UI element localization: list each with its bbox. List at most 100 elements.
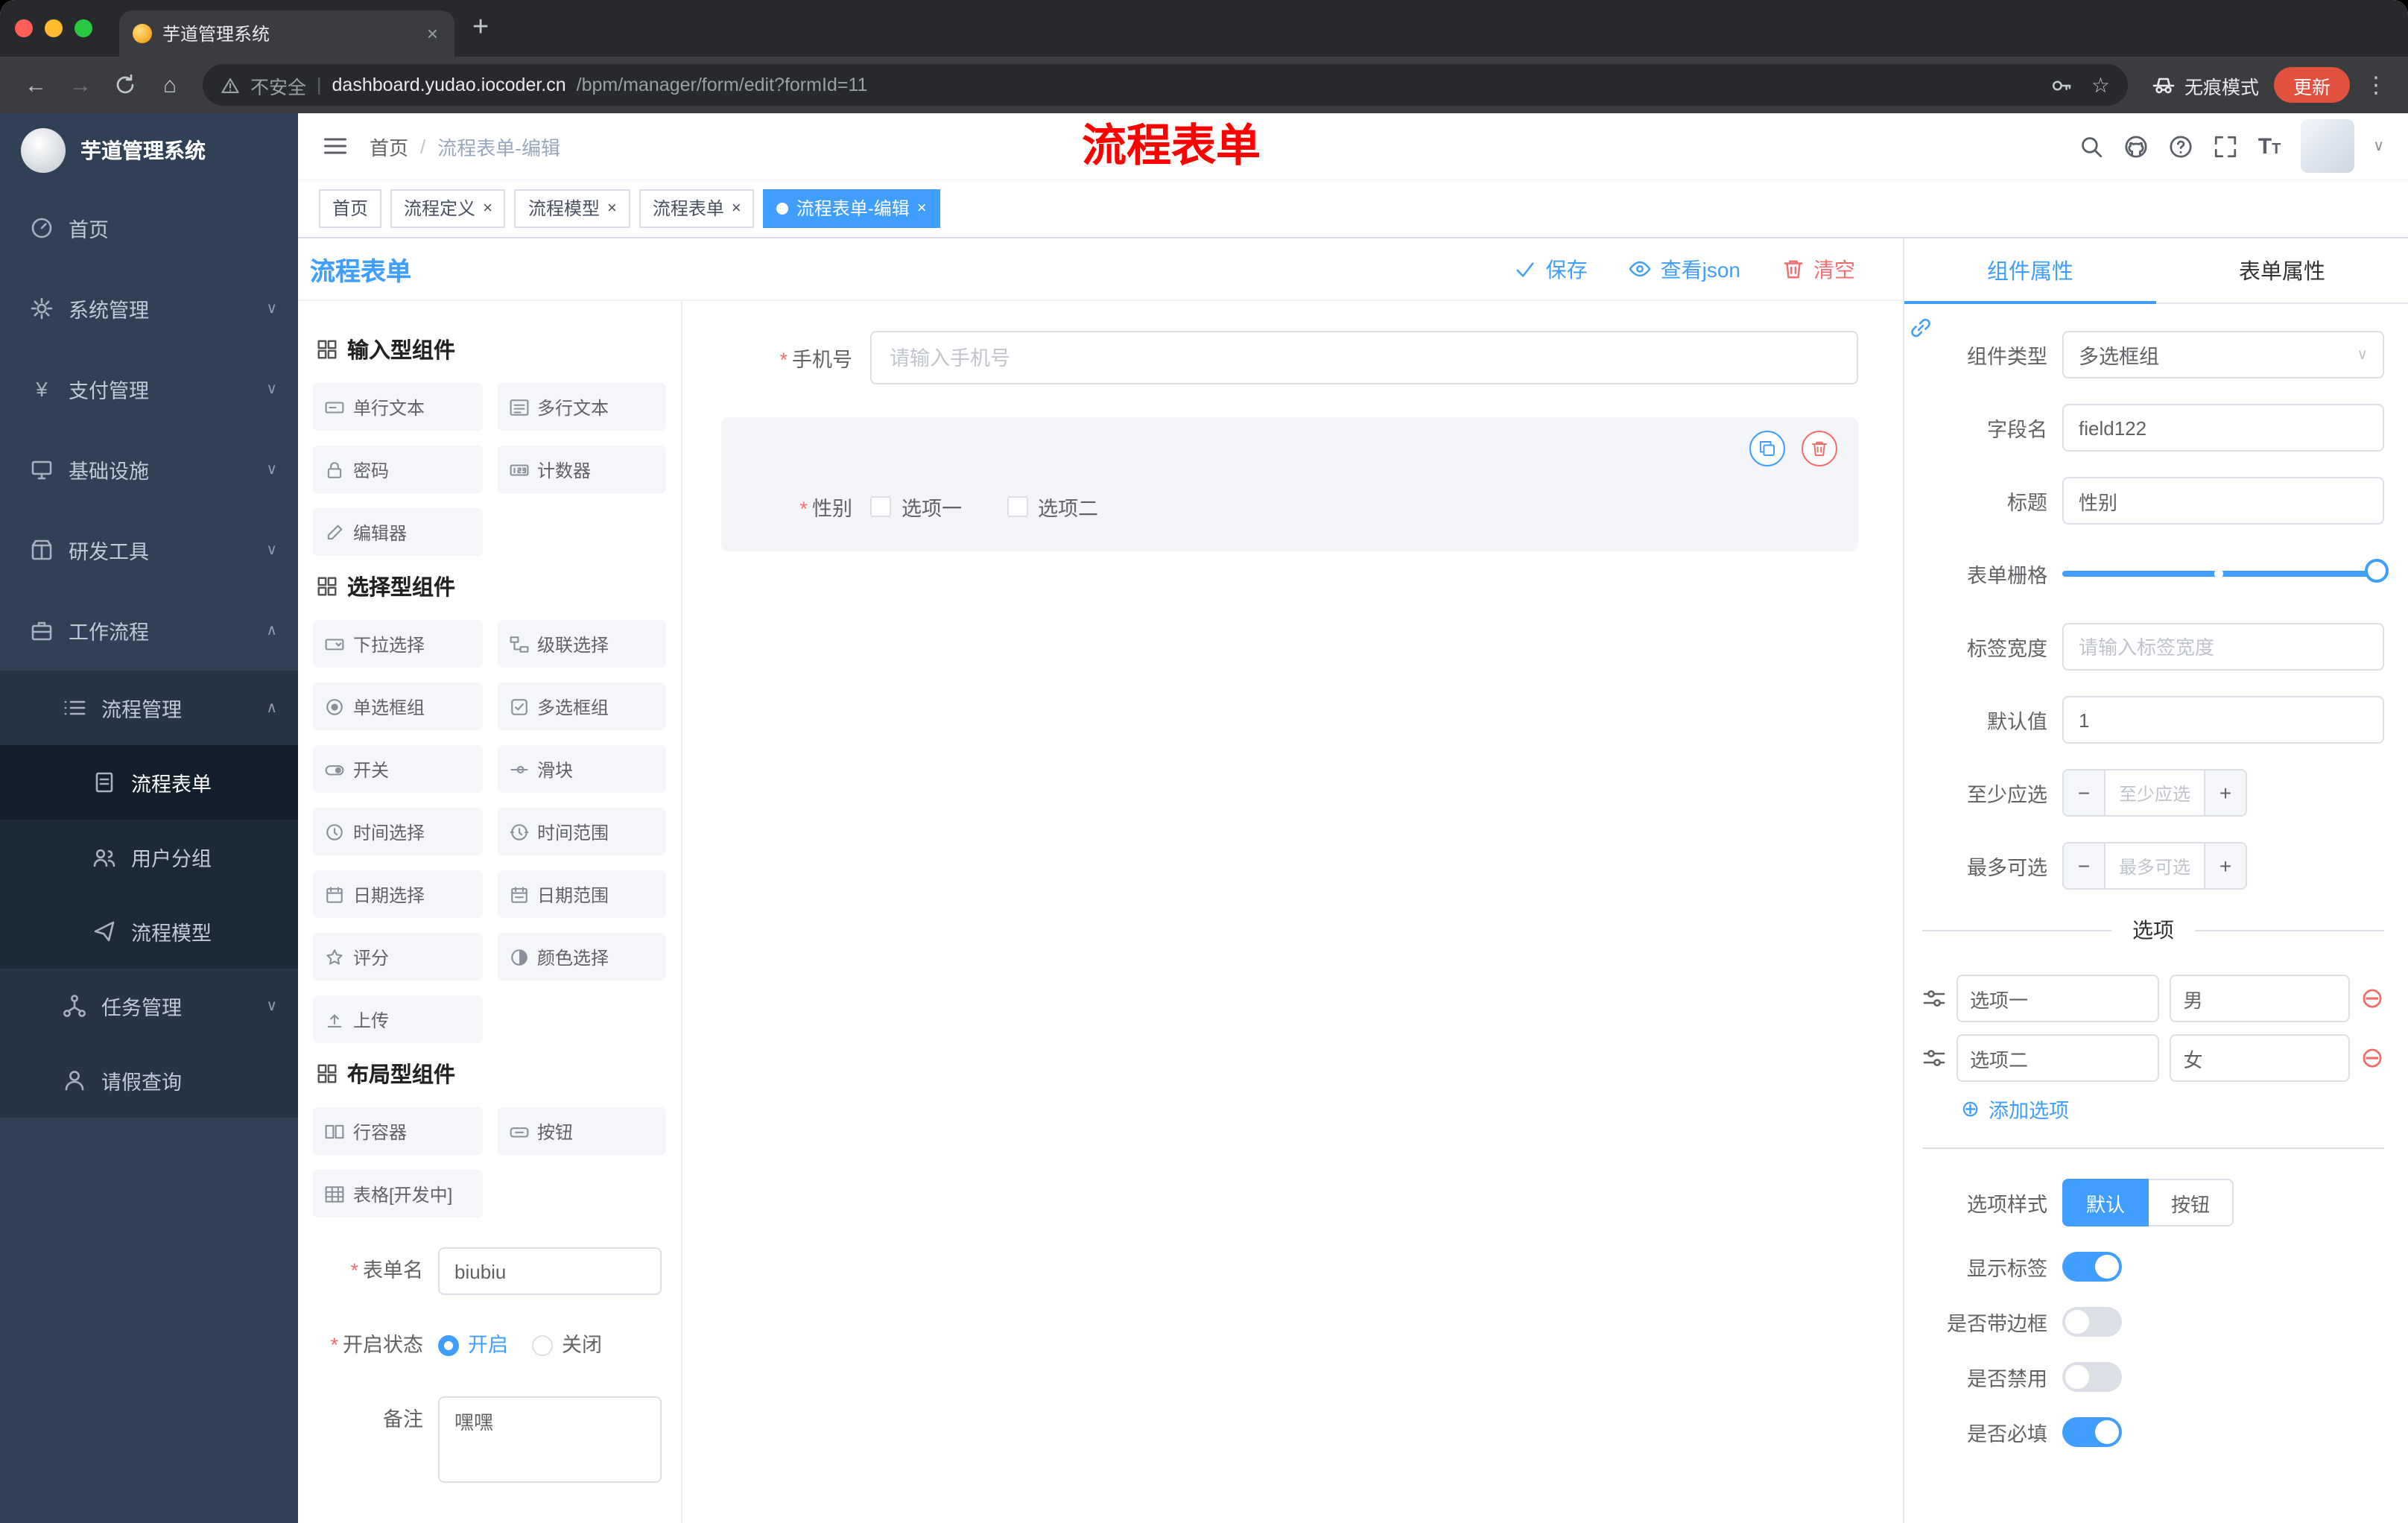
tag-process-form[interactable]: 流程表单 × [639, 189, 755, 227]
avatar[interactable] [2300, 119, 2354, 173]
github-icon[interactable] [2124, 133, 2149, 159]
maximize-window-button[interactable] [75, 19, 92, 37]
sidebar-item-process-management[interactable]: 流程管理 ∧ [0, 671, 298, 745]
palette-item-button[interactable]: 按钮 [497, 1107, 666, 1155]
browser-tab[interactable]: 芋道管理系统 × [119, 10, 454, 57]
style-default-button[interactable]: 默认 [2062, 1179, 2149, 1226]
palette-item-upload[interactable]: 上传 [313, 995, 482, 1043]
max-select-stepper[interactable]: − 最多可选 + [2062, 842, 2247, 890]
palette-item-color-picker[interactable]: 颜色选择 [497, 933, 666, 981]
bookmark-star-icon[interactable]: ☆ [2091, 72, 2110, 98]
copy-component-button[interactable] [1749, 431, 1785, 466]
sidebar-item-user-group[interactable]: 用户分组 [0, 820, 298, 894]
clear-button[interactable]: 清空 [1782, 254, 1855, 284]
form-remark-textarea[interactable]: 嘿嘿 [438, 1396, 662, 1483]
field-name-input[interactable] [2062, 404, 2384, 452]
tab-close-icon[interactable]: × [424, 22, 441, 45]
fullscreen-icon[interactable] [2214, 133, 2239, 159]
security-label[interactable]: 不安全 [250, 71, 306, 99]
palette-item-slider[interactable]: 滑块 [497, 745, 666, 793]
tag-process-form-edit[interactable]: 流程表单-编辑 × [763, 189, 940, 227]
sidebar-item-workflow[interactable]: 工作流程 ∧ [0, 590, 298, 671]
tab-form-props[interactable]: 表单属性 [2156, 238, 2408, 303]
back-icon[interactable]: ← [15, 64, 57, 106]
sidebar-item-process-form[interactable]: 流程表单 [0, 745, 298, 820]
palette-item-rate[interactable]: 评分 [313, 933, 482, 981]
min-select-stepper[interactable]: − 至少应选 + [2062, 769, 2247, 817]
minimize-window-button[interactable] [45, 19, 63, 37]
slider-handle[interactable] [2365, 559, 2389, 583]
disabled-switch[interactable] [2062, 1362, 2122, 1392]
tag-process-model[interactable]: 流程模型 × [514, 189, 630, 227]
palette-item-date-range[interactable]: 日期范围 [497, 870, 666, 918]
form-canvas[interactable]: *手机号 *性别 [682, 301, 1903, 1523]
sidebar-item-process-model[interactable]: 流程模型 [0, 894, 298, 969]
chevron-down-icon[interactable]: ∨ [2373, 138, 2384, 154]
label-width-input[interactable] [2062, 623, 2384, 671]
tag-home[interactable]: 首页 [319, 189, 382, 227]
close-icon[interactable]: × [917, 199, 927, 217]
sidebar-item-home[interactable]: 首页 [0, 188, 298, 268]
home-icon[interactable]: ⌂ [149, 64, 191, 106]
remove-option-icon[interactable]: ⊖ [2360, 1044, 2384, 1072]
show-label-switch[interactable] [2062, 1252, 2122, 1282]
forward-icon[interactable]: → [60, 64, 101, 106]
option-drag-icon[interactable] [1922, 1046, 1946, 1070]
palette-item-dropdown-select[interactable]: 下拉选择 [313, 620, 482, 668]
palette-item-row-container[interactable]: 行容器 [313, 1107, 482, 1155]
search-icon[interactable] [2079, 133, 2105, 159]
decrease-icon[interactable]: − [2064, 770, 2106, 815]
grid-slider[interactable] [2062, 550, 2389, 598]
increase-icon[interactable]: + [2204, 770, 2246, 815]
sidebar-item-payment[interactable]: ¥ 支付管理 ∨ [0, 349, 298, 429]
palette-item-editor[interactable]: 编辑器 [313, 508, 482, 556]
update-button[interactable]: 更新 [2273, 67, 2350, 103]
gender-option-1-checkbox[interactable]: 选项一 [870, 492, 962, 522]
palette-item-multi-line-text[interactable]: 多行文本 [497, 383, 666, 431]
increase-icon[interactable]: + [2204, 843, 2246, 888]
palette-item-table[interactable]: 表格[开发中] [313, 1170, 482, 1218]
palette-item-time-picker[interactable]: 时间选择 [313, 808, 482, 855]
palette-item-single-line-text[interactable]: 单行文本 [313, 383, 482, 431]
default-value-input[interactable] [2062, 696, 2384, 744]
sidebar-item-leave-query[interactable]: 请假查询 [0, 1043, 298, 1118]
required-switch[interactable] [2062, 1417, 2122, 1447]
option-1-label-input[interactable] [1956, 975, 2160, 1022]
form-name-input[interactable] [438, 1247, 662, 1295]
option-2-value-input[interactable] [2170, 1034, 2351, 1082]
new-tab-button[interactable]: + [472, 12, 489, 45]
view-json-button[interactable]: 查看json [1629, 254, 1740, 284]
close-icon[interactable]: × [607, 199, 617, 217]
save-button[interactable]: 保存 [1515, 254, 1588, 284]
palette-item-radio-group[interactable]: 单选框组 [313, 683, 482, 730]
status-off-radio[interactable]: 关闭 [532, 1322, 602, 1370]
tab-component-props[interactable]: 组件属性 [1904, 238, 2156, 304]
sidebar-item-infrastructure[interactable]: 基础设施 ∨ [0, 429, 298, 510]
status-on-radio[interactable]: 开启 [438, 1322, 508, 1370]
palette-item-switch[interactable]: 开关 [313, 745, 482, 793]
phone-input[interactable] [870, 331, 1858, 384]
option-1-value-input[interactable] [2170, 975, 2351, 1022]
style-button-button[interactable]: 按钮 [2149, 1179, 2234, 1226]
option-2-label-input[interactable] [1956, 1034, 2160, 1082]
form-field-phone[interactable]: * 手机号 [721, 331, 1858, 384]
palette-item-password[interactable]: 密码 [313, 446, 482, 493]
close-icon[interactable]: × [483, 199, 492, 217]
title-input[interactable] [2062, 477, 2384, 525]
sidebar-item-devtools[interactable]: 研发工具 ∨ [0, 510, 298, 590]
palette-item-date-picker[interactable]: 日期选择 [313, 870, 482, 918]
close-window-button[interactable] [15, 19, 33, 37]
close-icon[interactable]: × [732, 199, 741, 217]
password-key-icon[interactable] [2051, 74, 2073, 96]
browser-menu-icon[interactable]: ⋮ [2365, 72, 2387, 98]
sidebar-item-task-management[interactable]: 任务管理 ∨ [0, 969, 298, 1043]
palette-item-counter[interactable]: 计数器 [497, 446, 666, 493]
palette-item-cascader[interactable]: 级联选择 [497, 620, 666, 668]
component-type-select[interactable]: 多选框组 ∨ [2062, 331, 2384, 379]
palette-item-time-range[interactable]: 时间范围 [497, 808, 666, 855]
option-drag-icon[interactable] [1922, 987, 1946, 1010]
gender-option-2-checkbox[interactable]: 选项二 [1007, 492, 1098, 522]
font-size-icon[interactable]: TT [2258, 133, 2281, 159]
remove-option-icon[interactable]: ⊖ [2360, 984, 2384, 1013]
palette-item-checkbox-group[interactable]: 多选框组 [497, 683, 666, 730]
